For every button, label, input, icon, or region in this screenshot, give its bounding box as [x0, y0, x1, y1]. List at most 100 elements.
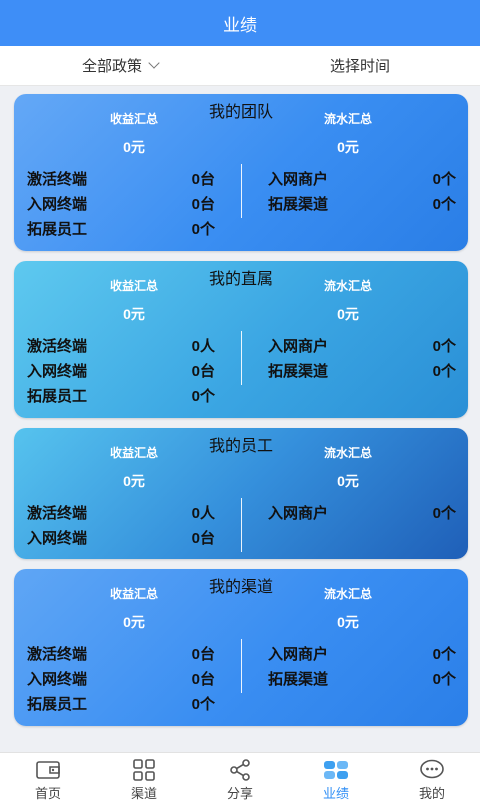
stat-row: 入网终端 0台 [27, 527, 215, 552]
income-summary-label: 收益汇总 [109, 587, 158, 601]
stat-row: 入网终端 0台 [27, 668, 215, 693]
nav-label: 渠道 [130, 786, 157, 800]
stat-value: 0人 [191, 338, 215, 355]
stat-label: 拓展员工 [27, 696, 88, 713]
stats-left: 激活终端 0人 入网终端 0台 拓展员工 0个 [27, 335, 215, 410]
nav-label: 我的 [418, 786, 445, 800]
team-card[interactable]: 我的团队 收益汇总 0元 流水汇总 0元 激活终端 0台 入网终端 0台 拓展员工 0… [14, 94, 468, 251]
stat-value: 0个 [432, 363, 456, 380]
direct-card[interactable]: 我的直属 收益汇总 0元 流水汇总 0元 激活终端 0人 入网终端 0台 拓展员工 0… [14, 261, 468, 418]
stat-row: 激活终端 0人 [27, 335, 215, 360]
income-summary-label: 收益汇总 [109, 112, 158, 126]
nav-home[interactable]: 首页 [0, 753, 96, 800]
income-summary-value: 0元 [123, 614, 145, 630]
flow-summary: 流水汇总 0元 [278, 277, 418, 324]
stat-label: 拓展渠道 [268, 671, 329, 688]
stat-value: 0个 [191, 388, 215, 405]
nav-label: 分享 [226, 786, 253, 800]
stat-label: 拓展渠道 [268, 196, 329, 213]
income-summary-label: 收益汇总 [109, 279, 158, 293]
stat-row: 入网商户 0个 [268, 502, 456, 527]
income-summary-label: 收益汇总 [109, 446, 158, 460]
income-summary: 收益汇总 0元 [64, 585, 204, 632]
divider [241, 331, 242, 385]
divider [241, 639, 242, 693]
stat-row: 拓展渠道 0个 [268, 193, 456, 218]
stat-row: 拓展渠道 0个 [268, 360, 456, 385]
chevron-down-icon [148, 57, 160, 69]
stat-row: 入网终端 0台 [27, 360, 215, 385]
stat-row: 拓展员工 0个 [27, 385, 215, 410]
income-summary-value: 0元 [123, 139, 145, 155]
stats-left: 激活终端 0台 入网终端 0台 拓展员工 0个 [27, 168, 215, 243]
flow-summary-label: 流水汇总 [323, 587, 372, 601]
time-filter-button[interactable]: 选择时间 [240, 55, 480, 76]
staff-card[interactable]: 我的员工 收益汇总 0元 流水汇总 0元 激活终端 0人 入网终端 0台 入网商户 0… [14, 428, 468, 559]
flow-summary-value: 0元 [337, 139, 359, 155]
stat-label: 入网终端 [27, 530, 88, 547]
stat-value: 0个 [432, 671, 456, 688]
policy-filter-label: 全部政策 [81, 58, 142, 75]
channel-card[interactable]: 我的渠道 收益汇总 0元 流水汇总 0元 激活终端 0台 入网终端 0台 拓展员工 0… [14, 569, 468, 726]
wallet-icon [35, 759, 61, 781]
stat-value: 0个 [432, 196, 456, 213]
stat-row: 拓展员工 0个 [27, 218, 215, 243]
stat-row: 激活终端 0台 [27, 168, 215, 193]
income-summary-value: 0元 [123, 473, 145, 489]
stat-label: 入网商户 [268, 338, 329, 355]
stat-value: 0台 [191, 171, 215, 188]
stat-value: 0个 [191, 696, 215, 713]
stats-right: 入网商户 0个 拓展渠道 0个 [268, 168, 456, 218]
stat-label: 拓展渠道 [268, 363, 329, 380]
nav-mine[interactable]: 我的 [384, 753, 480, 800]
flow-summary-value: 0元 [337, 306, 359, 322]
stat-label: 拓展员工 [27, 221, 88, 238]
income-summary-value: 0元 [123, 306, 145, 322]
stat-label: 激活终端 [27, 646, 88, 663]
income-summary: 收益汇总 0元 [64, 277, 204, 324]
income-summary: 收益汇总 0元 [64, 444, 204, 491]
stat-value: 0个 [432, 505, 456, 522]
stats-right: 入网商户 0个 [268, 502, 456, 527]
flow-summary: 流水汇总 0元 [278, 110, 418, 157]
income-summary: 收益汇总 0元 [64, 110, 204, 157]
flow-summary: 流水汇总 0元 [278, 585, 418, 632]
stat-value: 0个 [432, 338, 456, 355]
stat-row: 入网终端 0台 [27, 193, 215, 218]
stat-row: 入网商户 0个 [268, 643, 456, 668]
stat-label: 激活终端 [27, 505, 88, 522]
nav-share[interactable]: 分享 [192, 753, 288, 800]
stat-label: 入网终端 [27, 671, 88, 688]
stat-value: 0个 [191, 221, 215, 238]
stat-label: 入网商户 [268, 646, 329, 663]
grid-icon [131, 759, 157, 781]
stat-value: 0台 [191, 196, 215, 213]
policy-filter-dropdown[interactable]: 全部政策 [0, 55, 240, 76]
stat-label: 入网商户 [268, 505, 329, 522]
stat-row: 激活终端 0台 [27, 643, 215, 668]
divider [241, 164, 242, 218]
stat-label: 激活终端 [27, 338, 88, 355]
divider [241, 498, 242, 552]
flow-summary-label: 流水汇总 [323, 446, 372, 460]
stat-label: 入网终端 [27, 196, 88, 213]
flow-summary-value: 0元 [337, 614, 359, 630]
flow-summary-label: 流水汇总 [323, 112, 372, 126]
flow-summary-label: 流水汇总 [323, 279, 372, 293]
stat-row: 入网商户 0个 [268, 168, 456, 193]
stats-right: 入网商户 0个 拓展渠道 0个 [268, 335, 456, 385]
time-filter-label: 选择时间 [329, 58, 390, 75]
nav-channel[interactable]: 渠道 [96, 753, 192, 800]
stats-right: 入网商户 0个 拓展渠道 0个 [268, 643, 456, 693]
stat-value: 0台 [191, 646, 215, 663]
stat-row: 拓展渠道 0个 [268, 668, 456, 693]
stat-value: 0个 [432, 646, 456, 663]
nav-label: 首页 [34, 786, 61, 800]
stat-value: 0个 [432, 171, 456, 188]
stat-label: 拓展员工 [27, 388, 88, 405]
nav-performance[interactable]: 业绩 [288, 753, 384, 800]
page-title: 业绩 [223, 15, 257, 35]
performance-icon [323, 759, 349, 781]
stats-left: 激活终端 0人 入网终端 0台 [27, 502, 215, 552]
stat-row: 拓展员工 0个 [27, 693, 215, 718]
